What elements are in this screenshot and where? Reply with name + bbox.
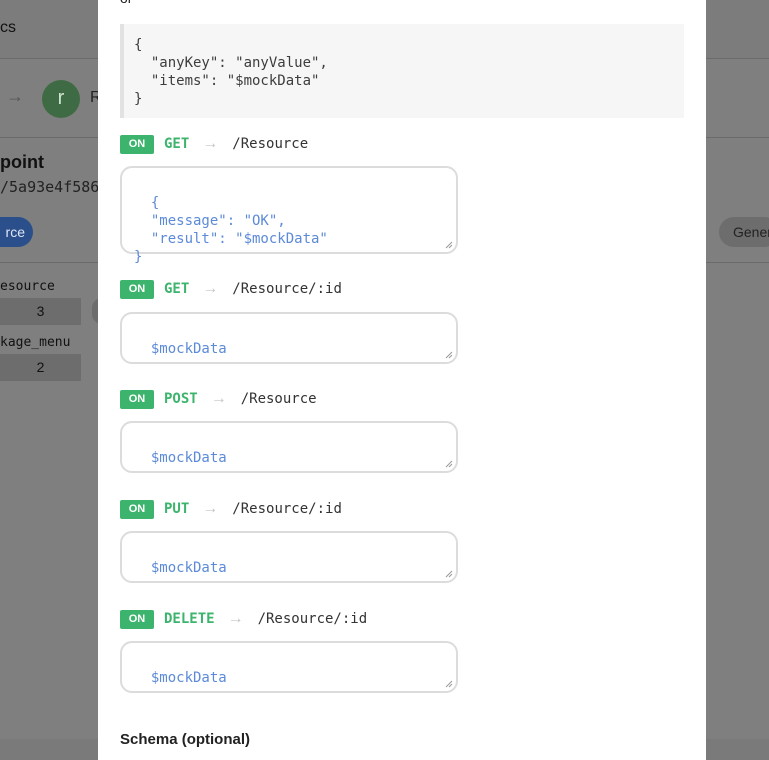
response-editor[interactable]: { "message": "OK", "result": "$mockData"… (120, 166, 458, 265)
route-row: ON GET → /Resource/:id (120, 278, 342, 300)
response-editor[interactable]: $mockData (120, 531, 458, 583)
package-menu-count: 2 (0, 354, 81, 381)
schema-heading: Schema (optional) (120, 731, 251, 748)
background-tab-label: cs (0, 19, 16, 36)
route-row: ON PUT → /Resource/:id (120, 498, 342, 520)
route-path: /Resource (240, 391, 317, 407)
route-method: GET (164, 136, 190, 152)
resource-button: rce (0, 217, 33, 247)
response-text: $mockData (150, 450, 227, 466)
response-text: $mockData (150, 341, 227, 357)
route-method: POST (164, 391, 198, 407)
resize-grip-icon[interactable] (443, 458, 453, 468)
response-text: $mockData (150, 670, 227, 686)
route-row: ON POST → /Resource (120, 388, 317, 410)
resize-grip-icon[interactable] (443, 239, 453, 249)
route-method: DELETE (164, 611, 215, 627)
arrow-right-icon: → (6, 86, 24, 106)
route-toggle[interactable]: ON (120, 389, 154, 409)
resize-grip-icon[interactable] (443, 568, 453, 578)
route-path: /Resource (232, 136, 309, 152)
route-method: GET (164, 281, 190, 297)
arrow-right-icon: → (202, 500, 219, 517)
route-toggle[interactable]: ON (120, 134, 154, 154)
arrow-right-icon: → (202, 280, 219, 297)
or-label: or (120, 0, 132, 6)
package-menu-label: kage_menu (0, 335, 71, 350)
avatar: r (42, 80, 80, 118)
route-path: /Resource/:id (257, 611, 368, 627)
response-text: $mockData (150, 560, 227, 576)
page-title: point (0, 152, 44, 172)
response-editor[interactable]: $mockData (120, 312, 458, 364)
route-row: ON GET → /Resource (120, 133, 308, 155)
route-path: /Resource/:id (232, 501, 342, 517)
route-path: /Resource/:id (232, 281, 342, 297)
route-method: PUT (164, 501, 190, 517)
resize-grip-icon[interactable] (443, 678, 453, 688)
endpoint-url: /5a93e4f586b (0, 178, 109, 196)
route-toggle[interactable]: ON (120, 499, 154, 519)
route-toggle[interactable]: ON (120, 609, 154, 629)
arrow-right-icon: → (210, 390, 227, 407)
response-editor[interactable]: $mockData (120, 421, 458, 473)
example-code-block: { "anyKey": "anyValue", "items": "$mockD… (120, 24, 684, 118)
resize-grip-icon[interactable] (443, 349, 453, 359)
response-editor[interactable]: $mockData (120, 641, 458, 693)
resource-count: 3 (0, 298, 81, 325)
arrow-right-icon: → (202, 135, 219, 152)
arrow-right-icon: → (227, 610, 244, 627)
resource-label: esource (0, 279, 55, 294)
generate-button: Gener (719, 217, 769, 247)
route-row: ON DELETE → /Resource/:id (120, 608, 367, 630)
route-toggle[interactable]: ON (120, 279, 154, 299)
